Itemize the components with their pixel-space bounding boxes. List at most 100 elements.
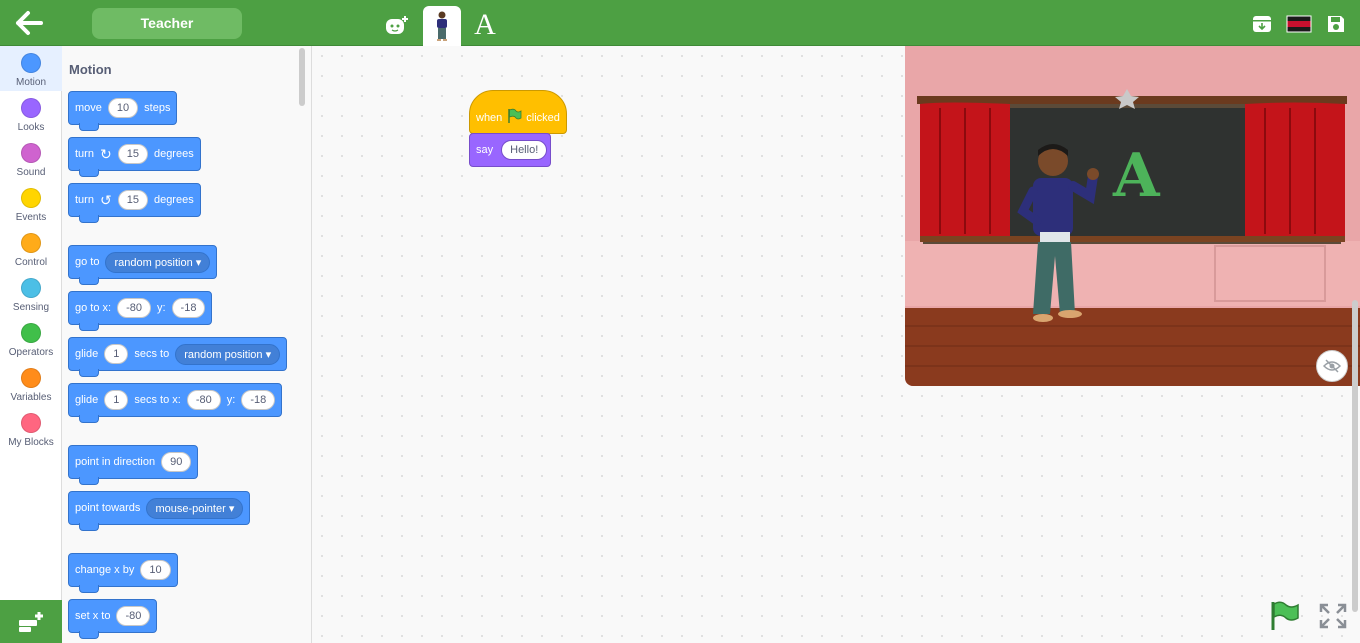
palette-section-title: Motion (69, 62, 112, 77)
point-in-direction-block[interactable]: point in direction 90 (68, 445, 199, 485)
block-text: point towards (75, 502, 141, 514)
flag-icon (1286, 15, 1312, 33)
block-text: when (476, 112, 503, 124)
glide-to-block[interactable]: glide 1 secs to random position (68, 337, 288, 377)
block-text: point in direction (75, 456, 156, 468)
block-text: turn (75, 148, 94, 160)
y-input[interactable]: -18 (241, 390, 276, 410)
category-label: Operators (8, 347, 54, 358)
direction-input[interactable]: 90 (161, 452, 192, 472)
save-button[interactable] (1325, 13, 1347, 35)
looks-category-icon (21, 98, 41, 118)
control-category-icon (21, 233, 41, 253)
category-label: Variables (10, 392, 52, 403)
block-text: secs to (134, 348, 170, 360)
green-flag-icon (508, 108, 522, 123)
block-text: y: (156, 302, 166, 314)
letter-a-sprite-tab[interactable]: A (466, 6, 504, 44)
teacher-sprite-tab[interactable] (423, 6, 461, 46)
category-variables[interactable]: Variables (0, 361, 62, 406)
green-flag-icon (1271, 601, 1299, 630)
secs-input[interactable]: 1 (104, 390, 129, 410)
back-arrow-button[interactable] (14, 10, 44, 36)
block-text: degrees (153, 194, 194, 206)
stage-backdrop: A (905, 46, 1360, 386)
when-flag-clicked-block[interactable]: when clicked (469, 90, 567, 134)
set-x-input[interactable]: -80 (116, 606, 151, 626)
block-text: y: (226, 394, 236, 406)
add-sprite-tab[interactable] (378, 6, 416, 44)
my-blocks-category-icon (21, 413, 41, 433)
move-steps-block[interactable]: move 10 steps (68, 91, 178, 131)
rotate-right-icon: ↻ (99, 145, 112, 162)
block-palette: Motion move 10 steps turn ↻ 15 degrees t… (62, 46, 312, 643)
block-text: go to x: (75, 302, 112, 314)
steps-input[interactable]: 10 (107, 98, 139, 118)
block-text: set x to (75, 610, 111, 622)
category-label: Motion (15, 77, 46, 88)
turn-right-block[interactable]: turn ↻ 15 degrees (68, 137, 201, 177)
block-text: clicked (526, 112, 560, 124)
category-menu: Motion Looks Sound Events Control Sensin… (0, 46, 62, 600)
variables-category-icon (21, 368, 41, 388)
go-to-block[interactable]: go to random position (68, 245, 218, 285)
hide-stage-button[interactable] (1316, 350, 1348, 382)
block-text: glide (75, 348, 99, 360)
block-text: secs to x: (134, 394, 181, 406)
block-text: steps (144, 102, 171, 114)
secs-input[interactable]: 1 (104, 344, 129, 364)
add-extension-icon (19, 611, 43, 632)
change-x-input[interactable]: 10 (140, 560, 171, 580)
go-to-xy-block[interactable]: go to x: -80 y: -18 (68, 291, 213, 331)
stage[interactable]: A (905, 46, 1360, 386)
operators-category-icon (21, 323, 41, 343)
block-text: change x by (75, 564, 135, 576)
add-sprite-icon (386, 16, 408, 34)
point-towards-block[interactable]: point towards mouse-pointer (68, 491, 251, 531)
category-events[interactable]: Events (0, 181, 62, 226)
x-input[interactable]: -80 (186, 390, 221, 410)
green-flag-button[interactable] (1268, 600, 1302, 632)
glide-to-xy-block[interactable]: glide 1 secs to x: -80 y: -18 (68, 383, 283, 423)
category-motion[interactable]: Motion (0, 46, 62, 91)
turn-left-block[interactable]: turn ↺ 15 degrees (68, 183, 201, 223)
say-text-input[interactable]: Hello! (501, 140, 548, 160)
eye-slash-icon (1323, 359, 1341, 373)
block-text: move (75, 102, 102, 114)
change-x-block[interactable]: change x by 10 (68, 553, 178, 593)
category-sound[interactable]: Sound (0, 136, 62, 181)
category-label: Sound (16, 167, 46, 178)
category-operators[interactable]: Operators (0, 316, 62, 361)
rotate-left-icon: ↺ (99, 191, 112, 208)
category-control[interactable]: Control (0, 226, 62, 271)
target-dropdown[interactable]: random position (105, 251, 211, 273)
category-my-blocks[interactable]: My Blocks (0, 406, 62, 451)
palette-scrollbar[interactable] (299, 48, 305, 106)
degrees-input[interactable]: 15 (117, 190, 148, 210)
add-extension-button[interactable] (0, 600, 62, 643)
flag-language-button[interactable] (1286, 13, 1312, 35)
category-sensing[interactable]: Sensing (0, 271, 62, 316)
set-x-block[interactable]: set x to -80 (68, 599, 158, 639)
y-input[interactable]: -18 (171, 298, 206, 318)
block-text: go to (75, 256, 100, 268)
block-text: glide (75, 394, 99, 406)
back-arrow-icon (16, 11, 43, 35)
sensing-category-icon (21, 278, 41, 298)
degrees-input[interactable]: 15 (117, 144, 148, 164)
block-text: say (476, 144, 494, 156)
archive-download-button[interactable] (1251, 13, 1273, 35)
say-block[interactable]: say Hello! (469, 133, 551, 167)
letter-a-glyph: A (474, 8, 496, 41)
fullscreen-button[interactable] (1318, 602, 1348, 630)
block-text: degrees (153, 148, 194, 160)
workspace-scrollbar[interactable] (1352, 300, 1358, 612)
x-input[interactable]: -80 (117, 298, 151, 318)
motion-category-icon (21, 53, 41, 73)
fullscreen-icon (1319, 603, 1347, 629)
category-label: Control (14, 257, 48, 268)
category-looks[interactable]: Looks (0, 91, 62, 136)
sprite-name-field[interactable]: Teacher (92, 8, 242, 39)
target-dropdown[interactable]: random position (175, 343, 281, 365)
towards-dropdown[interactable]: mouse-pointer (146, 497, 244, 519)
